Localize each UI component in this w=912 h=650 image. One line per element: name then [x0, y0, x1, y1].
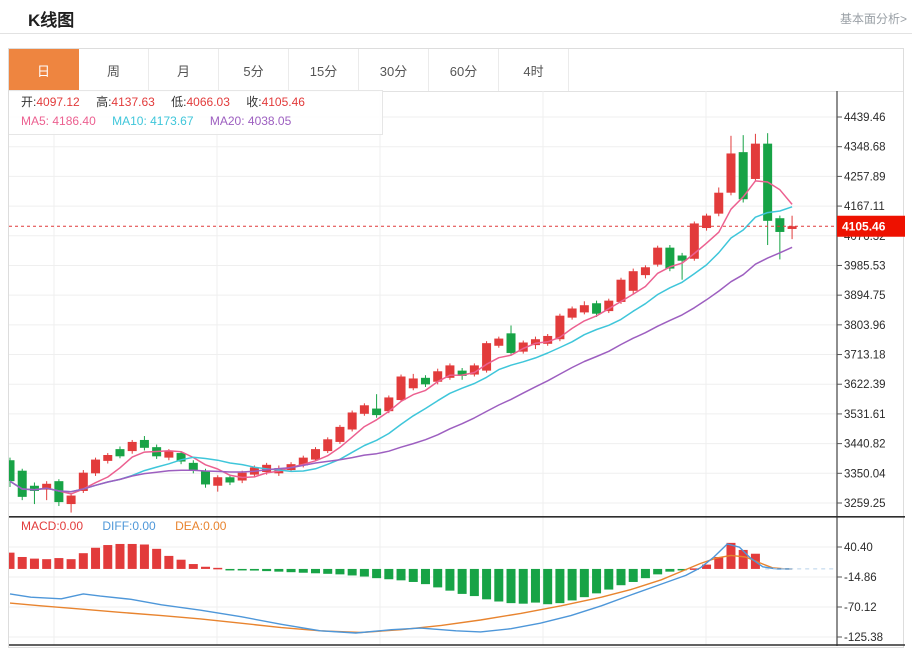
high-value: 4137.63 — [111, 95, 154, 109]
svg-text:3894.75: 3894.75 — [844, 290, 886, 302]
tab-day[interactable]: 日 — [9, 49, 79, 91]
ma10-line — [10, 207, 792, 492]
dea-legend: DEA:0.00 — [175, 519, 226, 533]
svg-text:-70.12: -70.12 — [844, 602, 877, 614]
ma10-legend: MA10: 4173.67 — [112, 114, 193, 128]
diff-legend: DIFF:0.00 — [102, 519, 155, 533]
close-value: 4105.46 — [262, 95, 305, 109]
svg-text:4439.46: 4439.46 — [844, 112, 886, 124]
main-candlestick-chart[interactable]: 4439.464348.684257.894167.114076.323985.… — [9, 91, 905, 516]
svg-text:3985.53: 3985.53 — [844, 260, 886, 272]
ohlc-row: 开:4097.12 高:4137.63 低:4066.03 收:4105.46 — [21, 93, 382, 112]
macd-legend: MACD:0.00 — [21, 519, 83, 533]
tab-60min[interactable]: 60分 — [429, 49, 499, 91]
low-value: 4066.03 — [187, 95, 230, 109]
tab-month[interactable]: 月 — [149, 49, 219, 91]
main-y-axis: 4439.464348.684257.894167.114076.323985.… — [837, 91, 886, 516]
svg-text:4105.46: 4105.46 — [842, 220, 886, 234]
svg-text:3350.04: 3350.04 — [844, 468, 886, 480]
macd-chart[interactable]: 40.40 -14.86 -70.12 -125.38 — [9, 516, 905, 649]
svg-text:-125.38: -125.38 — [844, 632, 883, 644]
period-tabs: 日 周 月 5分 15分 30分 60分 4时 — [9, 49, 903, 92]
tab-15min[interactable]: 15分 — [289, 49, 359, 91]
svg-text:4257.89: 4257.89 — [844, 171, 886, 183]
header-divider — [0, 33, 912, 34]
low-label: 低: — [171, 95, 186, 109]
svg-text:3713.18: 3713.18 — [844, 350, 886, 362]
svg-text:40.40: 40.40 — [844, 542, 873, 554]
page-title: K线图 — [28, 6, 74, 31]
tab-4hour[interactable]: 4时 — [499, 49, 569, 91]
high-label: 高: — [96, 95, 111, 109]
main-gridlines — [9, 91, 837, 516]
svg-text:3622.39: 3622.39 — [844, 379, 886, 391]
open-label: 开: — [21, 95, 36, 109]
close-label: 收: — [246, 95, 261, 109]
svg-text:3531.61: 3531.61 — [844, 409, 886, 421]
ma5-legend: MA5: 4186.40 — [21, 114, 96, 128]
fundamental-analysis-link[interactable]: 基本面分析> — [840, 10, 907, 27]
kline-panel: 日 周 月 5分 15分 30分 60分 4时 开:4097.12 高:4137… — [8, 48, 904, 648]
svg-text:-14.86: -14.86 — [844, 572, 877, 584]
candles — [9, 133, 797, 512]
diff-line — [10, 544, 792, 633]
ma20-line — [10, 247, 792, 491]
last-price-tag: 4105.46 — [837, 216, 905, 237]
tab-5min[interactable]: 5分 — [219, 49, 289, 91]
ma20-legend: MA20: 4038.05 — [210, 114, 291, 128]
svg-text:3259.25: 3259.25 — [844, 498, 886, 510]
open-value: 4097.12 — [36, 95, 79, 109]
ma-row: MA5: 4186.40 MA10: 4173.67 MA20: 4038.05 — [21, 112, 382, 131]
svg-text:3803.96: 3803.96 — [844, 320, 886, 332]
tab-week[interactable]: 周 — [79, 49, 149, 91]
tab-30min[interactable]: 30分 — [359, 49, 429, 91]
svg-text:4348.68: 4348.68 — [844, 142, 886, 154]
macd-y-axis: 40.40 -14.86 -70.12 -125.38 — [837, 516, 883, 646]
ohlc-info-box: 开:4097.12 高:4137.63 低:4066.03 收:4105.46 … — [9, 90, 383, 135]
macd-histogram — [9, 543, 760, 604]
svg-text:4167.11: 4167.11 — [844, 201, 885, 213]
macd-info-row: MACD:0.00 DIFF:0.00 DEA:0.00 — [9, 519, 242, 533]
svg-text:3440.82: 3440.82 — [844, 439, 886, 451]
dea-line — [10, 555, 792, 632]
